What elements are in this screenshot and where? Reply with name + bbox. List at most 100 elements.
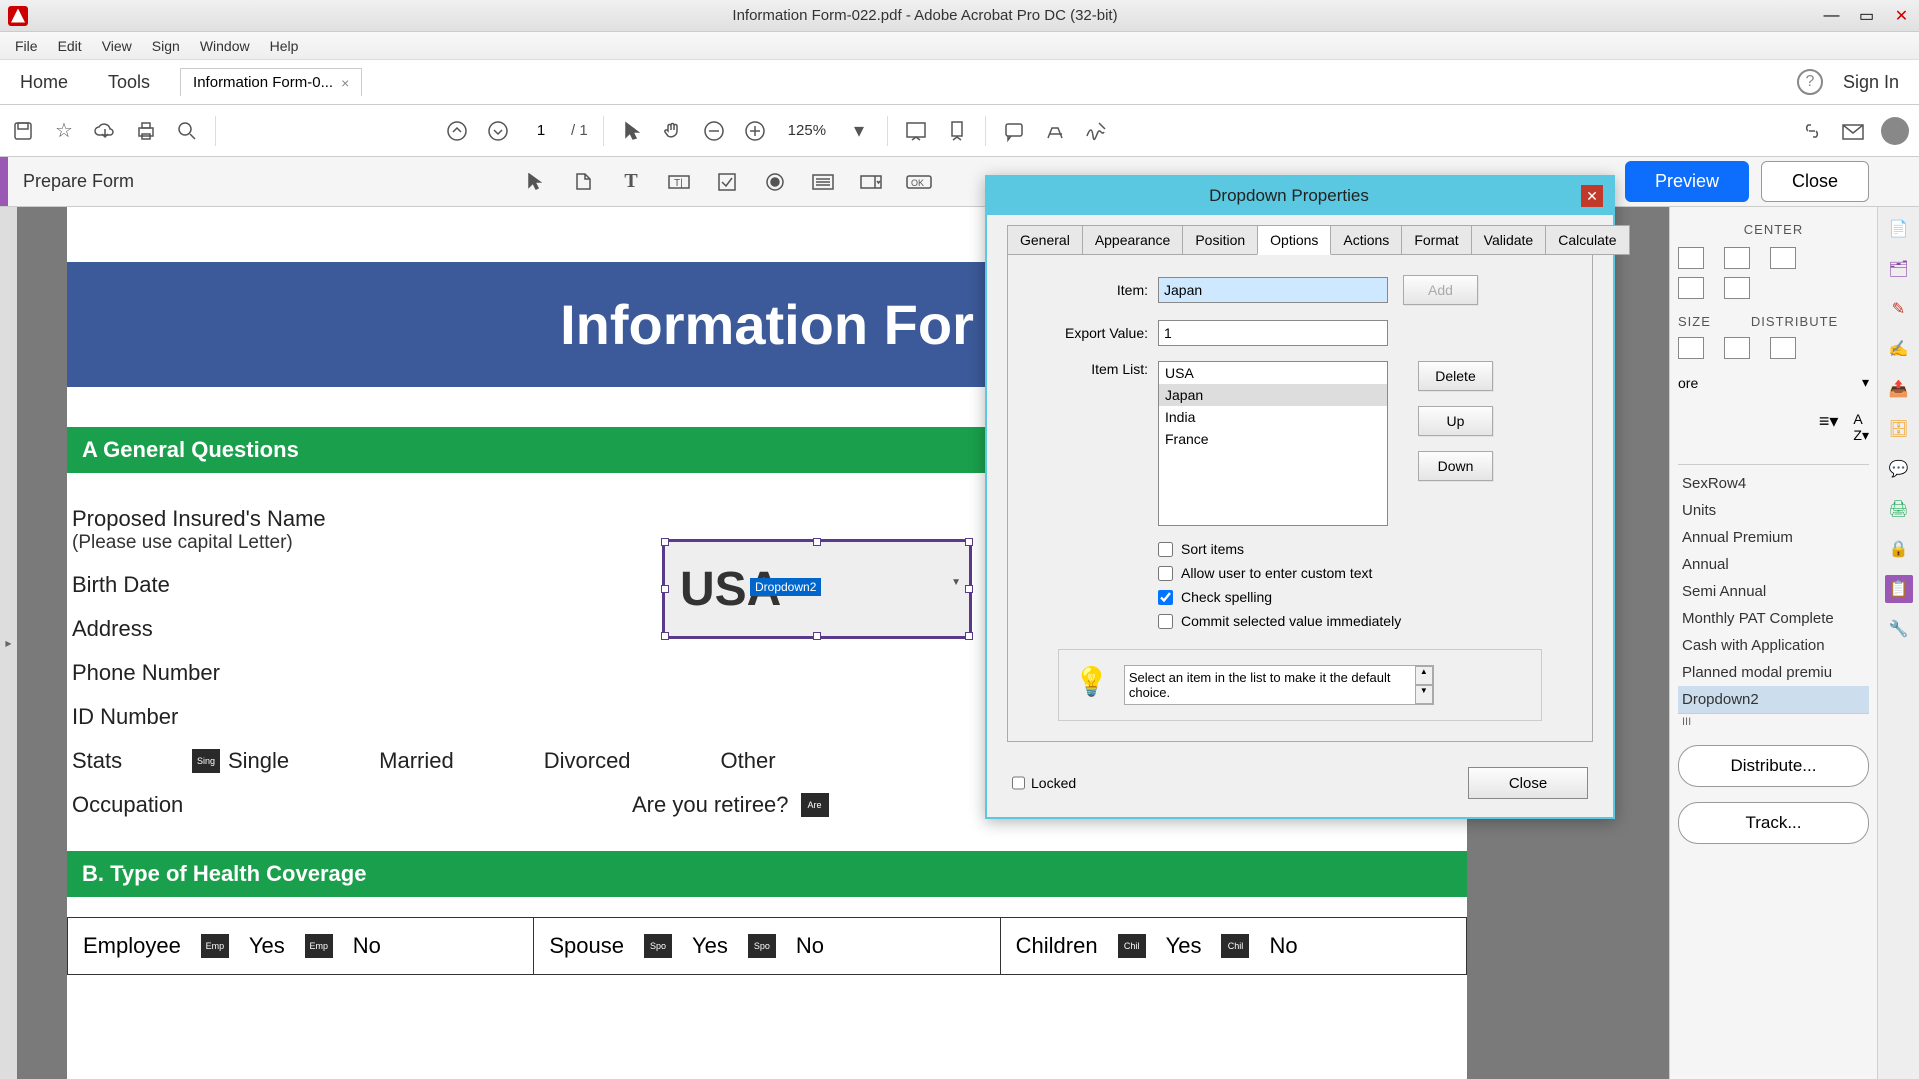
edit-tool-icon[interactable] <box>568 167 598 197</box>
zoom-level[interactable]: 125% <box>783 120 831 141</box>
size-icon[interactable] <box>1770 337 1796 359</box>
dialog-close-button[interactable]: Close <box>1468 767 1588 799</box>
tab-appearance[interactable]: Appearance <box>1082 225 1184 255</box>
tool-combine-icon[interactable]: 🗂 <box>1885 255 1913 283</box>
highlight-icon[interactable] <box>1042 118 1068 144</box>
preview-button[interactable]: Preview <box>1625 161 1749 202</box>
single-field[interactable]: Sing <box>192 749 220 773</box>
sort-az-icon[interactable]: AZ▾ <box>1853 411 1869 444</box>
page-down-icon[interactable] <box>485 118 511 144</box>
field-item[interactable]: Planned modal premiu <box>1678 659 1869 686</box>
star-icon[interactable]: ☆ <box>51 118 77 144</box>
tab-calculate[interactable]: Calculate <box>1545 225 1629 255</box>
tool-scan-icon[interactable]: 🖨 <box>1885 495 1913 523</box>
tab-actions[interactable]: Actions <box>1330 225 1402 255</box>
menu-edit[interactable]: Edit <box>48 35 92 57</box>
close-window-button[interactable]: ✕ <box>1884 6 1919 26</box>
field-item[interactable]: Semi Annual <box>1678 578 1869 605</box>
field-item[interactable]: Units <box>1678 497 1869 524</box>
align-icon[interactable] <box>1770 247 1796 269</box>
allow-custom-checkbox[interactable] <box>1158 566 1173 581</box>
down-button[interactable]: Down <box>1418 451 1493 481</box>
sort-checkbox[interactable] <box>1158 542 1173 557</box>
list-item[interactable]: India <box>1159 406 1387 428</box>
field-item[interactable]: SexRow4 <box>1678 470 1869 497</box>
tool-sign-icon[interactable]: ✍ <box>1885 335 1913 363</box>
link-icon[interactable] <box>1799 118 1825 144</box>
spo-no-field[interactable]: Spo <box>748 934 776 958</box>
tab-format[interactable]: Format <box>1401 225 1471 255</box>
menu-sign[interactable]: Sign <box>142 35 190 57</box>
radio-icon[interactable] <box>760 167 790 197</box>
field-item-selected[interactable]: Dropdown2 <box>1678 686 1869 713</box>
hand-icon[interactable] <box>660 118 686 144</box>
dropdown-icon[interactable] <box>856 167 886 197</box>
align-icon[interactable] <box>1724 247 1750 269</box>
tab-validate[interactable]: Validate <box>1471 225 1547 255</box>
menu-view[interactable]: View <box>92 35 142 57</box>
field-item[interactable]: Cash with Application <box>1678 632 1869 659</box>
menu-file[interactable]: File <box>5 35 48 57</box>
item-list[interactable]: USA Japan India France <box>1158 361 1388 526</box>
commit-checkbox[interactable] <box>1158 614 1173 629</box>
cloud-icon[interactable] <box>92 118 118 144</box>
scroll-down-icon[interactable]: ▼ <box>1415 685 1433 704</box>
text-tool-icon[interactable]: T <box>616 167 646 197</box>
align-icon[interactable] <box>1724 277 1750 299</box>
save-icon[interactable] <box>10 118 36 144</box>
list-icon[interactable] <box>808 167 838 197</box>
pointer-icon[interactable] <box>619 118 645 144</box>
help-icon[interactable]: ? <box>1797 69 1823 95</box>
close-prepare-button[interactable]: Close <box>1761 161 1869 202</box>
menu-help[interactable]: Help <box>260 35 309 57</box>
checkbox-icon[interactable] <box>712 167 742 197</box>
size-icon[interactable] <box>1724 337 1750 359</box>
tool-prepare-form-icon[interactable]: 📋 <box>1885 575 1913 603</box>
zoom-dropdown-icon[interactable]: ▾ <box>846 118 872 144</box>
field-item[interactable]: Monthly PAT Complete <box>1678 605 1869 632</box>
tab-general[interactable]: General <box>1007 225 1083 255</box>
search-icon[interactable] <box>174 118 200 144</box>
document-tab[interactable]: Information Form-0... × <box>180 68 362 96</box>
tool-more-icon[interactable]: 🔧 <box>1885 615 1913 643</box>
field-item[interactable]: Annual <box>1678 551 1869 578</box>
avatar-icon[interactable] <box>1881 117 1909 145</box>
tab-position[interactable]: Position <box>1182 225 1258 255</box>
text-field-icon[interactable]: T| <box>664 167 694 197</box>
fit-width-icon[interactable] <box>903 118 929 144</box>
tool-comment-icon[interactable]: 💬 <box>1885 455 1913 483</box>
menu-window[interactable]: Window <box>190 35 260 57</box>
emp-yes-field[interactable]: Emp <box>201 934 229 958</box>
track-button[interactable]: Track... <box>1678 802 1869 844</box>
dialog-titlebar[interactable]: Dropdown Properties ✕ <box>987 177 1613 215</box>
dropdown-field-selected[interactable]: USA Dropdown2 ▼ <box>662 539 972 639</box>
mail-icon[interactable] <box>1840 118 1866 144</box>
sign-icon[interactable] <box>1083 118 1109 144</box>
list-item[interactable]: USA <box>1159 362 1387 384</box>
dialog-close-icon[interactable]: ✕ <box>1581 185 1603 207</box>
tool-export-icon[interactable]: 📤 <box>1885 375 1913 403</box>
tool-protect-icon[interactable]: 🔒 <box>1885 535 1913 563</box>
export-input[interactable] <box>1158 320 1388 346</box>
list-item[interactable]: France <box>1159 428 1387 450</box>
fit-page-icon[interactable] <box>944 118 970 144</box>
spo-yes-field[interactable]: Spo <box>644 934 672 958</box>
page-up-icon[interactable] <box>444 118 470 144</box>
add-button[interactable]: Add <box>1403 275 1478 305</box>
close-tab-icon[interactable]: × <box>341 75 349 91</box>
scroll-up-icon[interactable]: ▲ <box>1415 666 1433 685</box>
home-tab[interactable]: Home <box>0 72 88 93</box>
chil-no-field[interactable]: Chil <box>1221 934 1249 958</box>
list-item-selected[interactable]: Japan <box>1159 384 1387 406</box>
print-icon[interactable] <box>133 118 159 144</box>
item-input[interactable] <box>1158 277 1388 303</box>
retiree-field[interactable]: Are <box>801 793 829 817</box>
left-sidebar-toggle[interactable] <box>0 207 17 1079</box>
select-tool-icon[interactable] <box>520 167 550 197</box>
signin-link[interactable]: Sign In <box>1843 72 1899 93</box>
chil-yes-field[interactable]: Chil <box>1118 934 1146 958</box>
tab-options[interactable]: Options <box>1257 225 1331 255</box>
align-icon[interactable] <box>1678 277 1704 299</box>
tool-organize-icon[interactable]: 🗄 <box>1885 415 1913 443</box>
chevron-down-icon[interactable]: ▾ <box>1862 374 1869 391</box>
